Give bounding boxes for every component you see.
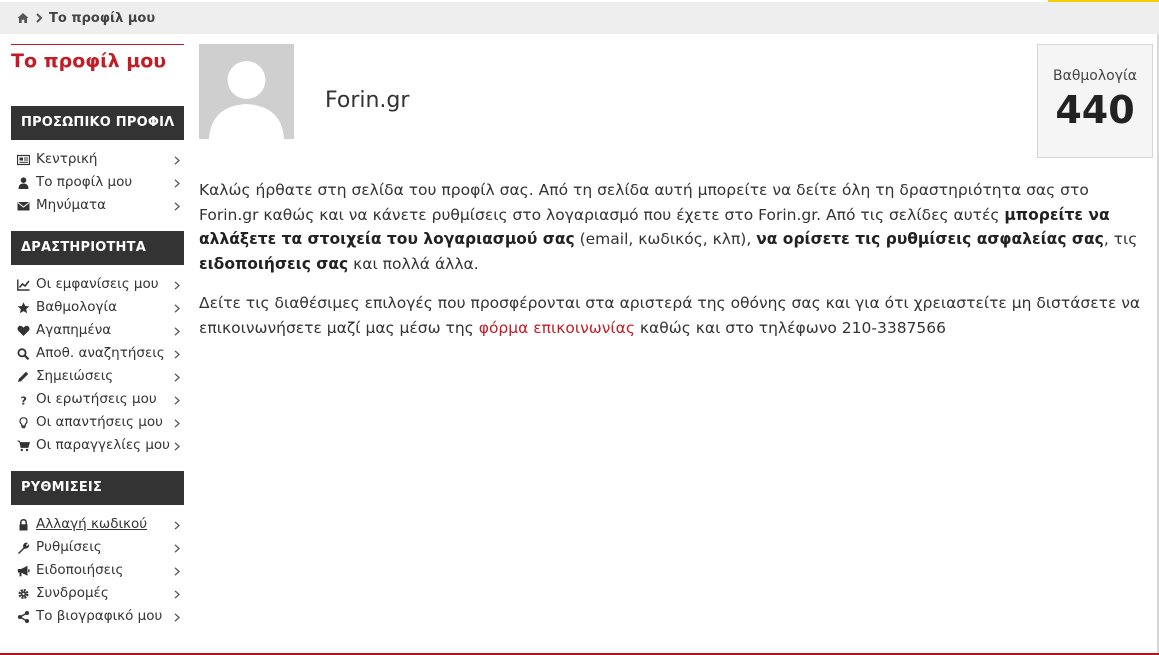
sidebar-item-settings[interactable]: Ρυθμίσεις xyxy=(11,536,184,559)
sidebar-item-saved-searches[interactable]: Αποθ. αναζητήσεις xyxy=(11,342,184,365)
contact-form-link[interactable]: φόρμα επικοινωνίας xyxy=(479,319,635,337)
share-icon xyxy=(18,611,29,623)
contact-paragraph: Δείτε τις διαθέσιμες επιλογές που προσφέ… xyxy=(199,291,1144,340)
score-value: 440 xyxy=(1055,88,1135,132)
chevron-right-icon xyxy=(174,281,180,290)
sidebar-item-my-profile[interactable]: Το προφίλ μου xyxy=(11,171,184,194)
sidebar-item-change-password[interactable]: Αλλαγή κωδικού xyxy=(11,513,184,536)
chevron-right-icon xyxy=(174,327,180,336)
sidebar-item-appearances[interactable]: Οι εμφανίσεις μου xyxy=(11,273,184,296)
sidebar-item-label: Ειδοποιήσεις xyxy=(36,562,124,578)
sidebar-item-label: Κεντρική xyxy=(36,151,98,167)
chevron-right-icon xyxy=(174,202,180,211)
welcome-paragraph: Καλώς ήρθατε στη σελίδα του προφίλ σας. … xyxy=(199,178,1144,276)
section-heading-activity: ΔΡΑΣΤΗΡΙΟΤΗΤΑ xyxy=(11,231,184,265)
sidebar-item-my-cv[interactable]: Το βιογραφικό μου xyxy=(11,605,184,628)
sidebar-title: Το προφίλ μου xyxy=(11,50,167,72)
text-span: (email, κωδικός, κλπ), xyxy=(574,230,757,248)
sidebar-item-label: Βαθμολογία xyxy=(36,299,117,315)
wrench-icon xyxy=(18,542,30,554)
sidebar-item-notes[interactable]: Σημειώσεις xyxy=(11,365,184,388)
text-span: και πολλά άλλα. xyxy=(348,254,479,273)
score-label: Βαθμολογία xyxy=(1053,68,1137,84)
sidebar-item-score[interactable]: Βαθμολογία xyxy=(11,296,184,319)
breadcrumb-current: Το προφίλ μου xyxy=(49,10,156,26)
newspaper-icon xyxy=(17,154,30,166)
score-box: Βαθμολογία 440 xyxy=(1037,44,1153,158)
sidebar-item-label: Αγαπημένα xyxy=(36,322,112,338)
menu-activity: Οι εμφανίσεις μου Βαθμολογία Αγαπημένα Α… xyxy=(11,265,184,457)
welcome-text: Καλώς ήρθατε στη σελίδα του προφίλ σας. … xyxy=(199,178,1144,355)
sidebar-item-favorites[interactable]: Αγαπημένα xyxy=(11,319,184,342)
breadcrumb: Το προφίλ μου xyxy=(0,2,1159,34)
sidebar-item-label: Το βιογραφικό μου xyxy=(36,608,163,624)
bullhorn-icon xyxy=(17,565,30,577)
lock-icon xyxy=(19,519,28,531)
section-heading-profile: ΠΡΟΣΩΠΙΚΟ ΠΡΟΦΙΛ xyxy=(11,106,184,140)
chevron-right-icon xyxy=(174,419,180,428)
home-icon[interactable] xyxy=(17,12,29,24)
search-icon xyxy=(17,348,30,360)
sidebar-item-label: Αλλαγή κωδικού xyxy=(36,516,148,532)
default-user-avatar-icon xyxy=(199,44,294,139)
sidebar-item-label: Συνδρομές xyxy=(36,585,109,601)
sidebar-item-label: Το προφίλ μου xyxy=(36,174,133,190)
sidebar-item-my-answers[interactable]: Οι απαντήσεις μου xyxy=(11,411,184,434)
chevron-right-icon xyxy=(174,590,180,599)
chevron-right-icon xyxy=(174,521,180,530)
chevron-right-icon xyxy=(36,13,43,23)
chevron-right-icon xyxy=(174,442,180,451)
line-chart-icon xyxy=(17,279,30,291)
gear-icon xyxy=(18,589,29,599)
sidebar-item-notifications[interactable]: Ειδοποιήσεις xyxy=(11,559,184,582)
question-icon: ? xyxy=(21,395,27,407)
bold-text: να ορίσετε τις ρυθμίσεις ασφαλείας σας xyxy=(756,230,1104,248)
lightbulb-icon xyxy=(19,417,28,429)
chevron-right-icon xyxy=(174,373,180,382)
user-icon xyxy=(18,177,29,189)
sidebar-item-label: Μηνύματα xyxy=(36,197,107,213)
sidebar-item-label: Οι ερωτήσεις μου xyxy=(36,391,157,407)
section-heading-settings: ΡΥΘΜΙΣΕΙΣ xyxy=(11,471,184,505)
sidebar-item-label: Σημειώσεις xyxy=(36,368,114,384)
text-span: καθώς και στο τηλέφωνο 210-3387566 xyxy=(634,318,946,337)
text-span: Καλώς ήρθατε στη σελίδα του προφίλ σας. … xyxy=(199,181,1089,224)
sidebar-item-label: Οι εμφανίσεις μου xyxy=(36,276,159,292)
sidebar-item-messages[interactable]: Μηνύματα xyxy=(11,194,184,217)
chevron-right-icon xyxy=(174,350,180,359)
sidebar-item-my-orders[interactable]: Οι παραγγελίες μου xyxy=(11,434,184,457)
sidebar-item-label: Οι παραγγελίες μου xyxy=(36,437,170,453)
chevron-right-icon xyxy=(174,613,180,622)
star-icon xyxy=(17,302,30,314)
bold-text: ειδοποιήσεις σας xyxy=(199,254,349,273)
chevron-right-icon xyxy=(174,567,180,576)
profile-username: Forin.gr xyxy=(325,88,410,113)
sidebar-item-my-questions[interactable]: ? Οι ερωτήσεις μου xyxy=(11,388,184,411)
heart-icon xyxy=(17,325,30,336)
pencil-icon xyxy=(18,371,29,382)
sidebar-title-rule xyxy=(11,44,184,45)
chevron-right-icon xyxy=(174,304,180,313)
envelope-icon xyxy=(17,202,30,211)
chevron-right-icon xyxy=(174,179,180,188)
sidebar-item-home[interactable]: Κεντρική xyxy=(11,148,184,171)
avatar[interactable] xyxy=(199,44,294,139)
sidebar-item-label: Αποθ. αναζητήσεις xyxy=(36,345,165,361)
menu-settings: Αλλαγή κωδικού Ρυθμίσεις Ειδοποιήσεις Συ… xyxy=(11,505,184,628)
sidebar-item-label: Οι απαντήσεις μου xyxy=(36,414,163,430)
cart-icon xyxy=(17,440,30,452)
svg-text:?: ? xyxy=(21,395,27,407)
sidebar-item-subscriptions[interactable]: Συνδρομές xyxy=(11,582,184,605)
chevron-right-icon xyxy=(174,544,180,553)
chevron-right-icon xyxy=(174,156,180,165)
sidebar: Το προφίλ μου ΠΡΟΣΩΠΙΚΟ ΠΡΟΦΙΛ Κεντρική … xyxy=(11,44,184,628)
menu-profile: Κεντρική Το προφίλ μου Μηνύματα xyxy=(11,140,184,217)
text-span: , τις xyxy=(1103,230,1138,248)
sidebar-item-label: Ρυθμίσεις xyxy=(36,539,102,555)
chevron-right-icon xyxy=(174,396,180,405)
